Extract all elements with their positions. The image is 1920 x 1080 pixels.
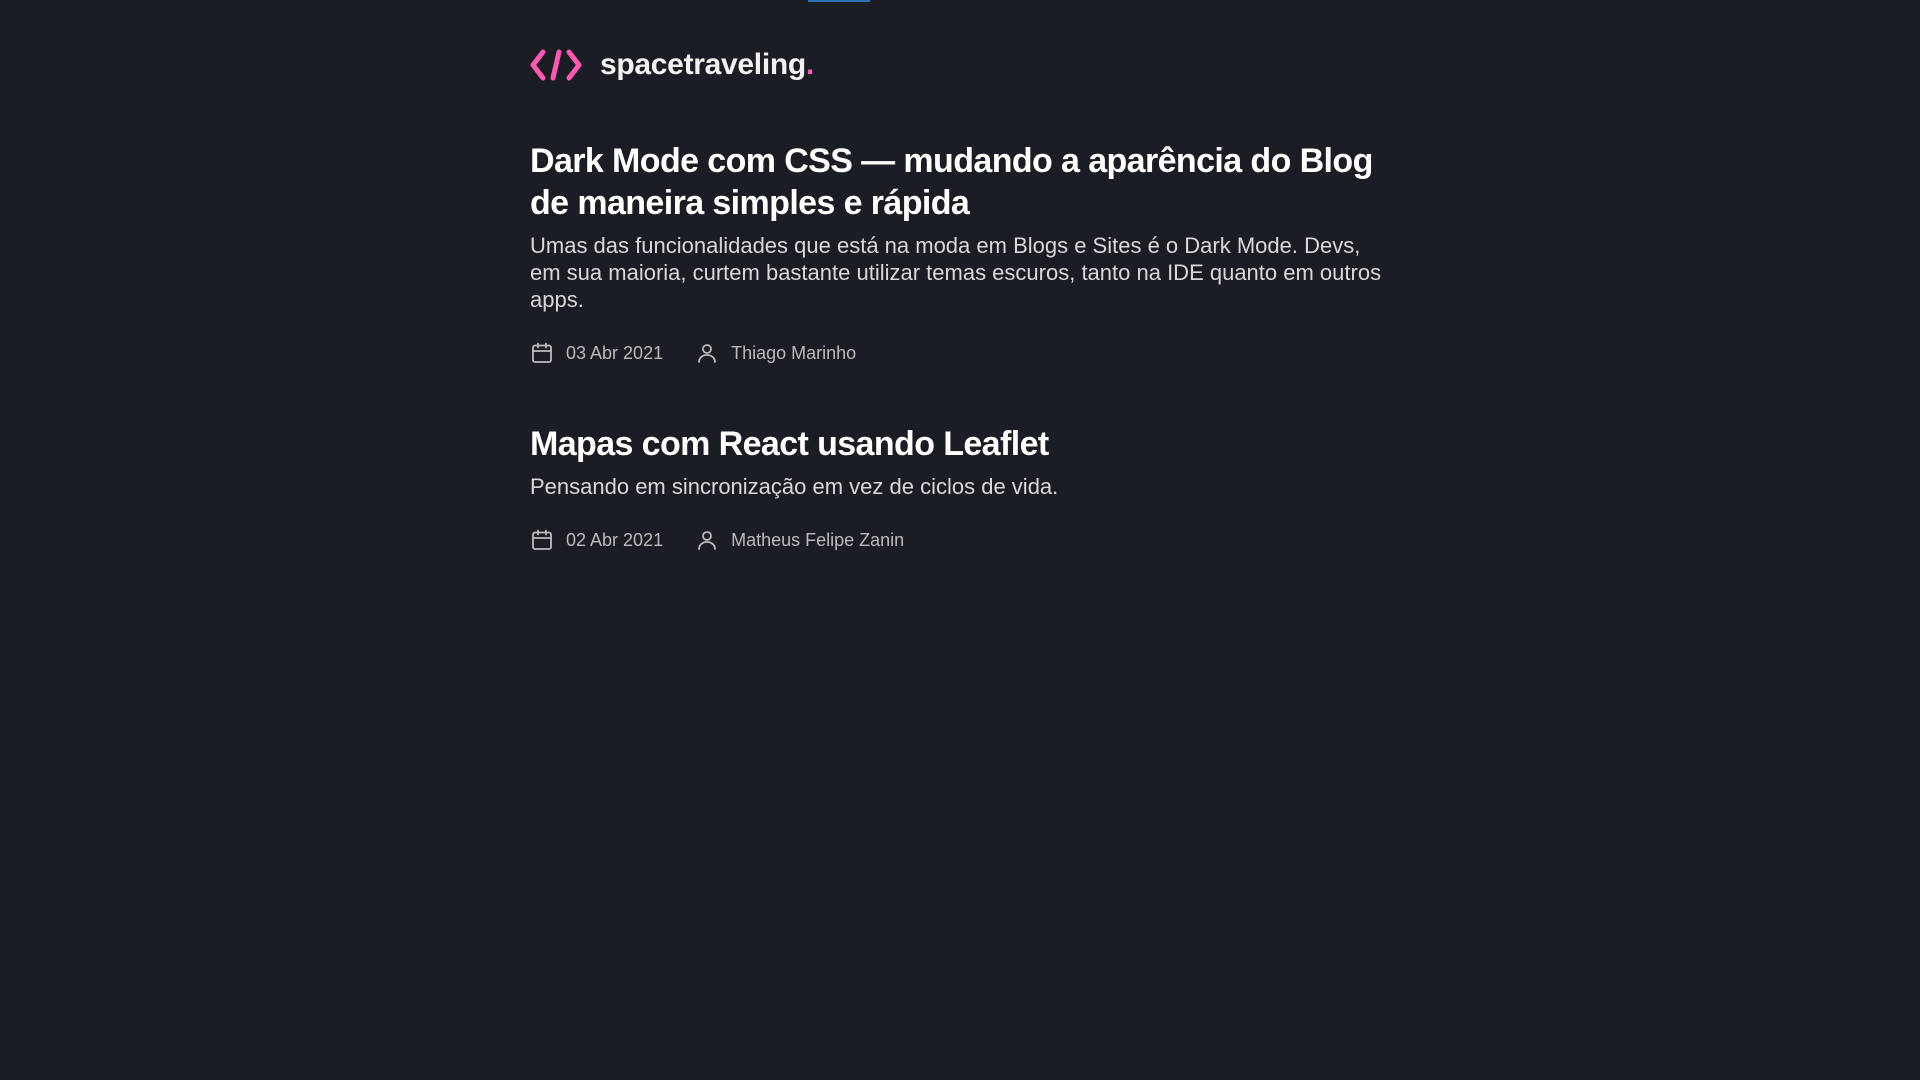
calendar-icon [530,528,554,552]
user-icon [695,528,719,552]
brand-name[interactable]: spacetraveling. [600,48,814,82]
post-item[interactable]: Dark Mode com CSS — mudando a aparência … [530,140,1390,365]
post-author-text: Thiago Marinho [731,342,857,363]
post-date-text: 02 Abr 2021 [566,529,664,550]
post-meta: 03 Abr 2021 Thiago Marinho [530,341,1390,365]
post-subtitle: Pensando em sincronização em vez de cicl… [530,474,1059,499]
post-date-text: 03 Abr 2021 [566,342,664,363]
code-brackets-icon[interactable] [530,46,582,84]
post-title[interactable]: Mapas com React usando Leaflet [530,423,1390,465]
post-author: Thiago Marinho [695,341,856,365]
user-icon [695,341,719,365]
post-date: 02 Abr 2021 [530,528,663,552]
calendar-icon [530,341,554,365]
brand-dot: . [805,48,814,81]
post-author: Matheus Felipe Zanin [695,528,904,552]
post-subtitle: Umas das funcionalidades que está na mod… [530,233,1382,312]
post-author-text: Matheus Felipe Zanin [731,529,905,550]
post-item[interactable]: Mapas com React usando Leaflet Pensando … [530,423,1390,552]
post-date: 03 Abr 2021 [530,341,663,365]
site-header: spacetraveling. [530,46,1390,84]
main-container: spacetraveling. Dark Mode com CSS — muda… [530,0,1390,552]
post-title[interactable]: Dark Mode com CSS — mudando a aparência … [530,140,1390,224]
post-meta: 02 Abr 2021 Matheus Felipe Zanin [530,528,1390,552]
